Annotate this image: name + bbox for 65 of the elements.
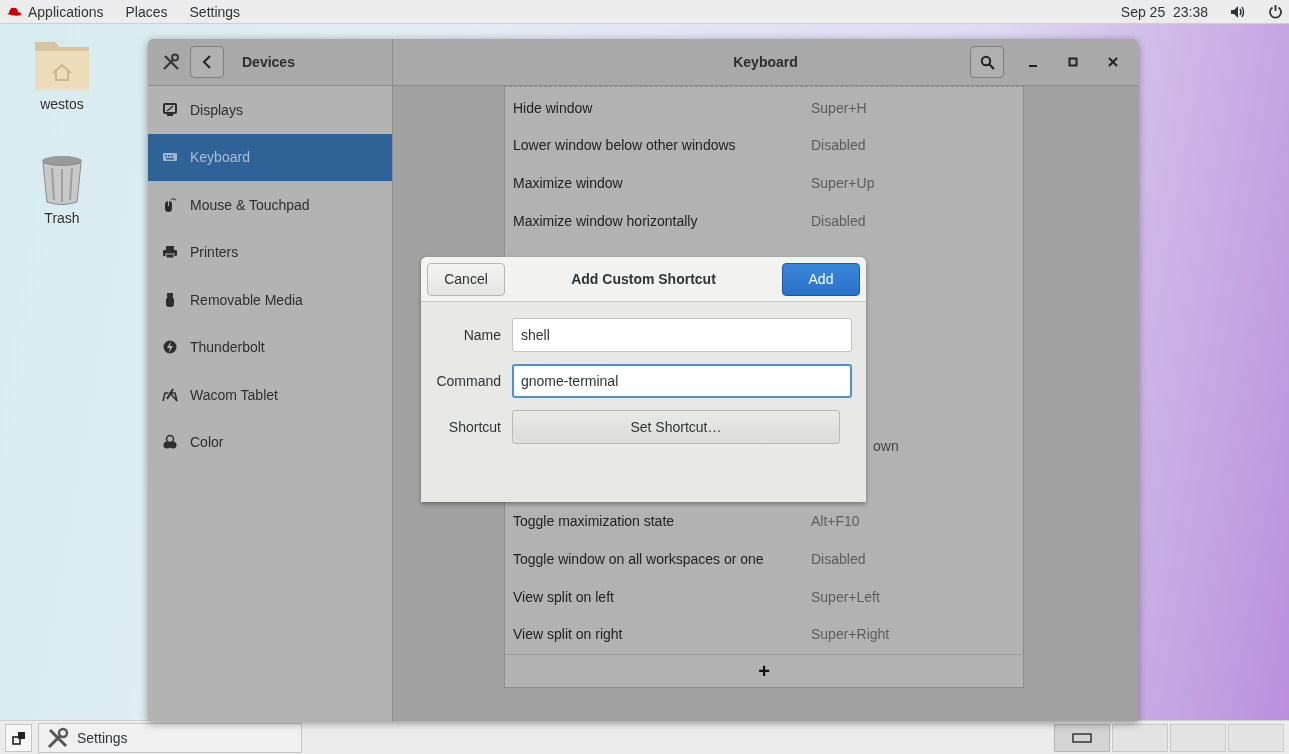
search-icon	[979, 54, 995, 70]
top-menu[interactable]: Settings	[189, 3, 241, 20]
sidebar-item[interactable]: Removable Media	[148, 276, 392, 324]
workspace-button[interactable]	[1054, 723, 1110, 752]
tools-icon	[47, 726, 69, 749]
minimize-icon	[1029, 65, 1037, 67]
desktop-icon-label[interactable]: Trash	[44, 210, 80, 226]
top-menu[interactable]: Places	[125, 3, 168, 20]
shortcut-key: Super+Left	[811, 588, 880, 605]
shortcut-name: Maximize window horizontally	[513, 212, 699, 229]
maximize-icon	[1068, 57, 1078, 67]
applications-menu[interactable]: Applications	[28, 3, 104, 20]
close-icon	[1108, 57, 1118, 67]
shortcut-key: Disabled	[811, 212, 866, 229]
bolt-icon	[162, 339, 178, 356]
shortcut-name: View split on left	[513, 588, 615, 605]
display-icon	[162, 101, 178, 118]
power-icon[interactable]	[1268, 4, 1283, 19]
input-field[interactable]: shell	[512, 318, 852, 352]
sidebar-item[interactable]: Wacom Tablet	[148, 371, 392, 419]
sidebar-item[interactable]: Printers	[148, 228, 392, 276]
shortcut-name: Lower window below other windows	[513, 137, 737, 154]
shortcut-key: Alt+F10	[811, 513, 860, 530]
shortcut-name: Hide window	[513, 99, 594, 116]
show-desktop-button[interactable]	[5, 723, 32, 752]
hat-icon	[6, 5, 22, 18]
sidebar-item[interactable]: Displays	[148, 86, 392, 134]
window-title: Keyboard	[733, 54, 798, 70]
shortcut-key: own	[873, 438, 899, 455]
windows-icon	[11, 730, 26, 745]
printer-icon	[162, 244, 178, 261]
shortcut-key: Super+Right	[811, 626, 890, 643]
window-thumbnail-icon	[1072, 732, 1092, 743]
panel-title: Devices	[242, 54, 295, 70]
taskbar-task[interactable]: Settings	[38, 722, 302, 753]
color-icon	[162, 434, 178, 451]
shortcut-key: Super+H	[811, 99, 867, 116]
chevron-left-icon	[202, 55, 212, 69]
sidebar-item[interactable]: Thunderbolt	[148, 323, 392, 371]
add-button[interactable]: Add	[782, 262, 860, 296]
volume-icon[interactable]	[1230, 4, 1246, 19]
tools-icon	[162, 53, 180, 71]
shortcut-key: Disabled	[811, 137, 866, 154]
tablet-icon	[162, 386, 178, 403]
field-label: Shortcut	[447, 419, 501, 435]
shortcut-name: View split on right	[513, 626, 624, 643]
field-label: Command	[435, 373, 501, 389]
desktop-icon-label[interactable]: westos	[40, 96, 84, 112]
field-label: Name	[462, 327, 501, 343]
dialog-title: Add Custom Shortcut	[571, 271, 716, 287]
cancel-button[interactable]: Cancel	[427, 262, 505, 296]
add-shortcut-button[interactable]: +	[750, 659, 778, 683]
input-field[interactable]: gnome-terminal	[512, 364, 852, 398]
shortcut-name: Toggle window on all workspaces or one	[513, 550, 765, 567]
shortcut-key: Super+Up	[811, 175, 875, 191]
mouse-icon	[162, 196, 178, 213]
back-button[interactable]	[190, 46, 224, 78]
set-shortcut-button[interactable]: Set Shortcut…	[512, 410, 840, 444]
shortcut-name: Toggle maximization state	[513, 513, 676, 530]
sidebar-item[interactable]: Color	[148, 418, 392, 466]
shortcut-name: Maximize window	[513, 175, 624, 191]
shortcut-key: Disabled	[811, 550, 866, 567]
search-button[interactable]	[970, 46, 1004, 78]
sidebar-item[interactable]: Mouse & Touchpad	[148, 181, 392, 229]
clock[interactable]: Sep 25 23:38	[1120, 3, 1208, 20]
